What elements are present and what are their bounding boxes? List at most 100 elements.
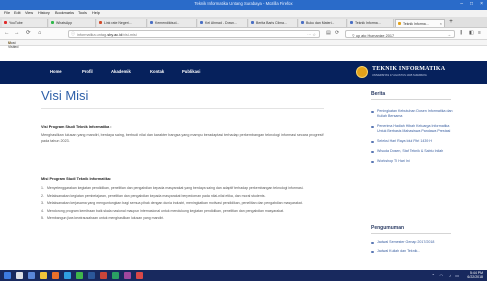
menu-view[interactable]: View	[25, 11, 33, 15]
notification-icon[interactable]: ▭	[455, 273, 459, 278]
menu-history[interactable]: History	[38, 11, 50, 15]
app-icon[interactable]	[136, 272, 143, 279]
nav-profil[interactable]: Profil	[82, 69, 93, 74]
youtube-icon	[4, 21, 7, 24]
tab-link-rate[interactable]: Link rate Negeri...	[97, 19, 147, 27]
university-logo[interactable]	[356, 66, 368, 78]
search-taskbar-icon[interactable]	[16, 272, 23, 279]
list-item: 5. Membangun jiwa kewirausahaan untuk men…	[41, 216, 165, 220]
tab-label: Buku dan Materi...	[306, 20, 335, 25]
tab-label: Kel Ahmad - Down...	[205, 20, 237, 25]
maximize-icon[interactable]: □	[470, 1, 473, 7]
volume-icon[interactable]: ♪	[449, 273, 451, 278]
announcement-item[interactable]: Jadwal Kuliah dan Teknik...	[371, 249, 456, 254]
divider	[371, 233, 451, 234]
divider	[41, 108, 324, 109]
menu-file[interactable]: File	[4, 11, 10, 15]
tab-label: Berita Baris Clima...	[256, 20, 287, 25]
menu-tools[interactable]: Tools	[78, 11, 87, 15]
tab-buku[interactable]: Buku dan Materi...	[299, 19, 347, 27]
firefox-icon[interactable]	[52, 272, 59, 279]
tab-label: Link rate Negeri...	[104, 20, 132, 25]
wifi-icon[interactable]: ◠	[440, 273, 444, 278]
url-bar[interactable]: ⓘ informatika.untag-sby.ac.id/visi-misi …	[68, 30, 320, 38]
whatsapp-icon	[51, 21, 54, 24]
sidebar-icon[interactable]: ◧	[469, 30, 474, 37]
taskbar-clock[interactable]: 5:44 PM 6/22/2018	[467, 271, 483, 280]
back-icon[interactable]: ←	[4, 30, 10, 37]
menu-bookmarks[interactable]: Bookmarks	[55, 11, 74, 15]
tab-whatsapp[interactable]: WhatsApp	[49, 19, 96, 27]
bullet-icon	[371, 140, 374, 143]
misi-heading: Misi Program Studi Teknik Informatika:	[41, 177, 112, 181]
page-title: Visi Misi	[41, 88, 89, 103]
nav-home[interactable]: Home	[50, 69, 62, 74]
bullet-icon	[371, 110, 374, 113]
excel-icon[interactable]	[112, 272, 119, 279]
task-view-icon[interactable]	[28, 272, 35, 279]
window-title: Teknik Informatika Untang Surabaya - Moz…	[194, 1, 293, 6]
search-go-icon[interactable]: →	[447, 32, 451, 37]
tab-berita[interactable]: Berita Baris Clima...	[249, 19, 298, 27]
tab-kel-ahmad[interactable]: Kel Ahmad - Down...	[198, 19, 248, 27]
reload-icon[interactable]: ⟳	[26, 30, 31, 37]
menu-edit[interactable]: Edit	[14, 11, 21, 15]
news-item[interactable]: Seleksi Hari Raya Idul Fitri 1439 H	[371, 139, 456, 144]
network-icon[interactable]: ⌃	[432, 273, 435, 278]
news-list: Peningkatan Kebutuhan Dosen Informatika …	[371, 109, 456, 169]
nav-kontak[interactable]: Kontak	[150, 69, 164, 74]
pdf-icon[interactable]	[100, 272, 107, 279]
chrome-icon[interactable]	[76, 272, 83, 279]
menu-help[interactable]: Help	[92, 11, 100, 15]
close-tab-icon[interactable]: ×	[440, 21, 442, 26]
page-icon	[251, 21, 254, 24]
announcement-list: Jadwal Semester Genap 2017/2018 Jadwal K…	[371, 240, 456, 258]
reload-page-icon[interactable]: ⟳	[335, 30, 339, 37]
list-item: 3. Melaksanakan kerjasama yang menguntung…	[41, 201, 303, 205]
news-item[interactable]: Penerima Hadiah Hibah Keluarga Informati…	[371, 124, 456, 134]
site-logo-title[interactable]: TEKNIK INFORMATIKA	[372, 66, 445, 72]
nav-akademik[interactable]: Akademik	[111, 69, 131, 74]
bullet-icon	[371, 150, 374, 153]
bookmarks-bar: ⚙ Most Visited	[0, 40, 487, 49]
library-icon[interactable]: ⫼	[460, 30, 462, 37]
site-header: Home Profil Akademik Kontak Publikasi TE…	[0, 61, 487, 84]
forward-icon[interactable]: →	[14, 30, 20, 37]
list-item: 1. Menyelenggarakan kegiatan pendidikan, …	[41, 186, 304, 190]
search-input[interactable]: ⚲ up ato Humanize 2017 →	[345, 30, 455, 38]
tab-teknik-active[interactable]: Teknik Informa... ×	[395, 19, 445, 27]
window-titlebar: Teknik Informatika Untang Surabaya - Moz…	[0, 0, 487, 10]
visi-heading: Visi Program Studi Teknik Informatika :	[41, 125, 112, 129]
reader-icon[interactable]: ▤	[326, 30, 331, 37]
tab-youtube[interactable]: YouTube	[2, 19, 48, 27]
edge-icon[interactable]	[64, 272, 71, 279]
page-icon	[150, 21, 153, 24]
page-icon	[200, 21, 203, 24]
menu-hamburger-icon[interactable]: ≡	[478, 30, 481, 37]
tab-strip: YouTube WhatsApp Link rate Negeri... Kem…	[0, 17, 487, 28]
file-explorer-icon[interactable]	[40, 272, 47, 279]
new-tab-icon[interactable]: +	[447, 19, 455, 27]
site-logo-subtitle: UNIVERSITAS 17 AGUSTUS 1945 SURABAYA	[372, 74, 427, 77]
tab-kemendikbud[interactable]: Kemendikbud...	[148, 19, 197, 27]
minimize-icon[interactable]: –	[460, 1, 463, 7]
misi-list: 1. Menyelenggarakan kegiatan pendidikan, …	[41, 186, 328, 224]
tab-teknik-1[interactable]: Teknik Informa...	[348, 19, 394, 27]
word-icon[interactable]	[88, 272, 95, 279]
bullet-icon	[371, 160, 374, 163]
close-icon[interactable]: ×	[480, 1, 483, 7]
announcement-item[interactable]: Jadwal Semester Genap 2017/2018	[371, 240, 456, 245]
page-icon	[301, 21, 304, 24]
news-item[interactable]: Wisuda Dosen, Staf Teknik & Sabtu Inilah	[371, 149, 456, 154]
nav-publikasi[interactable]: Publikasi	[182, 69, 200, 74]
page-actions-icon[interactable]: ··· ☆	[307, 32, 316, 37]
news-item[interactable]: Workshop TI Hari Ini	[371, 159, 456, 164]
info-icon[interactable]: ⓘ	[71, 31, 75, 37]
app-icon[interactable]	[124, 272, 131, 279]
news-item[interactable]: Peningkatan Kebutuhan Dosen Informatika …	[371, 109, 456, 119]
taskbar: ⌃ ◠ ♪ ▭ 5:44 PM 6/22/2018	[0, 270, 487, 281]
home-icon[interactable]: ⌂	[38, 30, 41, 37]
divider	[371, 99, 451, 100]
tab-label: Teknik Informa...	[355, 20, 381, 25]
windows-start-icon[interactable]	[4, 272, 11, 279]
